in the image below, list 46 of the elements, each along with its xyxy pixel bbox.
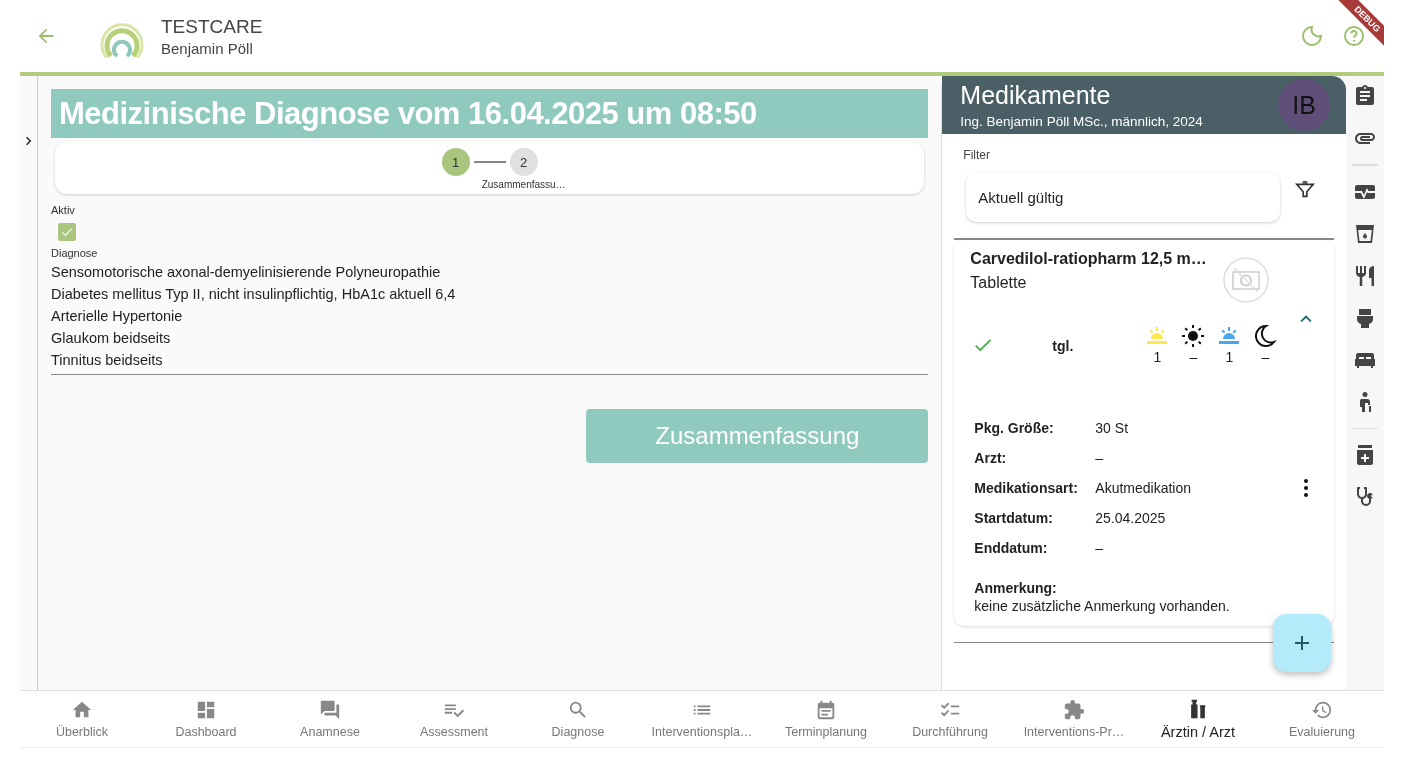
sun-icon [1181, 323, 1206, 348]
check-icon [60, 225, 74, 239]
detail-label: Arzt: [974, 449, 1008, 466]
app-title: TESTCARE [161, 15, 263, 38]
step-circle[interactable]: 2 [509, 148, 538, 176]
filter-field[interactable]: Aktuell gültig [966, 172, 1281, 222]
avatar[interactable]: IB [1278, 79, 1330, 131]
note-text: keine zusätzliche Anmerkung vorhanden. [973, 597, 1231, 614]
detail-label: Enddatum: [974, 539, 1049, 556]
detail-value: 30 St [1095, 419, 1130, 436]
puzzle-icon [1063, 699, 1085, 721]
form-title: Medizinische Diagnose vom 16.04.2025 um 08:50 [51, 89, 929, 138]
dashboard-icon [195, 699, 217, 721]
detail-label: Pkg. Größe: [974, 419, 1055, 436]
cutlery-icon[interactable] [1353, 263, 1377, 288]
no-photo-icon [1222, 255, 1270, 304]
detail-value: – [1095, 539, 1105, 556]
dose-value: 1 [1225, 348, 1234, 365]
dose-value: – [1189, 348, 1198, 365]
dose-value: – [1261, 348, 1270, 365]
chat-icon [319, 699, 341, 721]
medication-name: Carvedilol-ratiopharm 12,5 m… [970, 249, 1207, 268]
detail-value: Akutmedikation [1095, 479, 1193, 496]
medication-form: Tablette [970, 273, 1028, 292]
detail-label: Startdatum: [974, 509, 1054, 526]
active-label: Aktiv [51, 204, 75, 216]
dose-value: 1 [1153, 348, 1162, 365]
active-checkbox[interactable] [58, 223, 76, 241]
patient-info: Ing. Benjamin Pöll MSc., männlich, 2024 [960, 114, 1204, 129]
diagnosis-field[interactable]: Sensomotorische axonal-demyelinisierende Polyneuropathie Diabetes mellitus Typ II, nicht insulinpflichtig, HbA1c aktuell 6,4 Arterielle Hypertonie Glaukom beidseits Tinnitus beidseits [51, 261, 929, 375]
detail-value: – [1095, 449, 1105, 466]
panel-title: Medikamente [960, 81, 1112, 110]
diagnosis-label: Diagnose [51, 247, 98, 259]
search-icon [567, 699, 589, 721]
moon-icon [1253, 323, 1278, 348]
step-circle[interactable]: 1 [441, 148, 470, 176]
clipboard-icon[interactable] [1353, 84, 1377, 108]
step-label: Zusammenfassu… [481, 179, 566, 190]
detail-value: 25.04.2025 [1095, 509, 1167, 526]
user-name: Benjamin Pöll [161, 39, 254, 57]
filter-label: Filter [963, 148, 991, 162]
frequency: tgl. [1052, 337, 1074, 354]
history-icon [1311, 699, 1333, 721]
calendar-icon [815, 699, 837, 721]
detail-label: Medikationsart: [974, 479, 1079, 496]
note-label: Anmerkung: [973, 579, 1058, 596]
